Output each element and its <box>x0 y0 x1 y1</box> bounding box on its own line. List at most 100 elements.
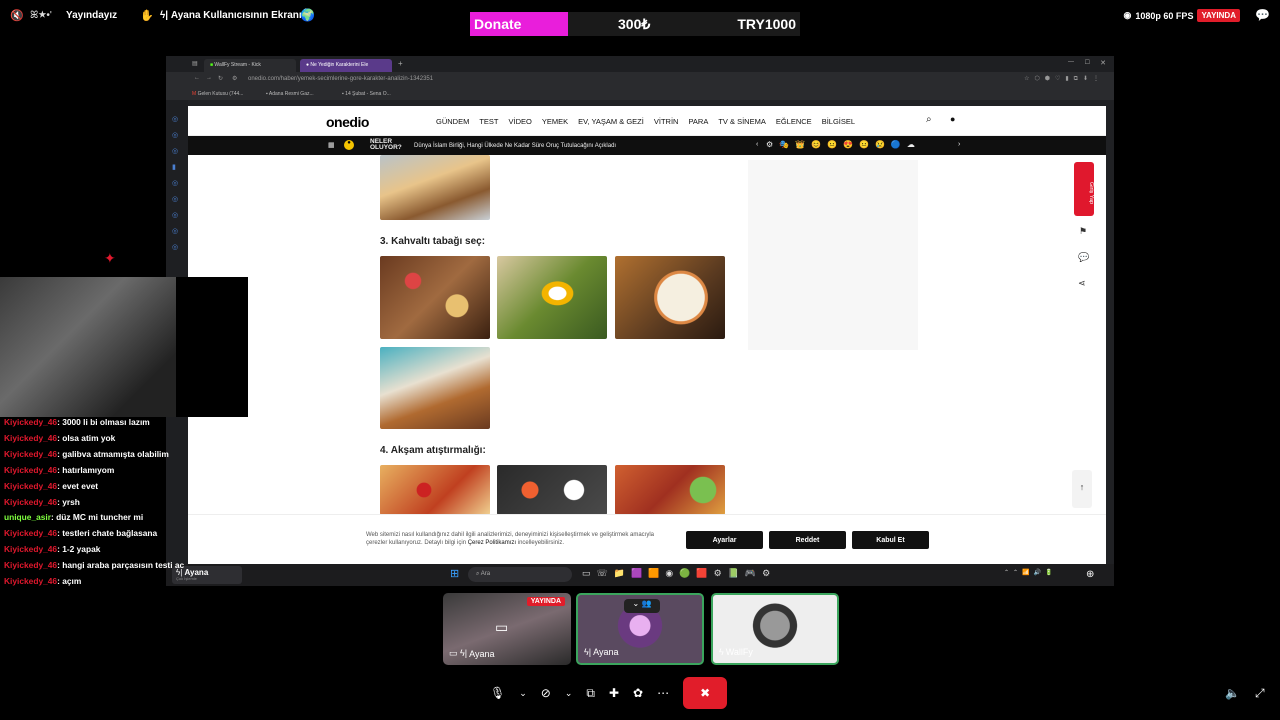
chat-user: Kiyickedy_46 <box>4 544 58 555</box>
chevron-right-icon[interactable]: › <box>958 141 960 148</box>
tile-controls[interactable]: ⌄ 👥 <box>624 599 660 613</box>
tile-name: ϟ WallFy <box>719 647 753 657</box>
forward-icon[interactable]: → <box>206 75 212 81</box>
extension-icons[interactable]: ☆⬡⬢♡▮⧉⬇⋮ <box>1024 75 1104 83</box>
tile-name: ϟ| Ayana <box>584 647 618 657</box>
food-image-breakfast-2[interactable] <box>497 256 607 339</box>
microphone-icon[interactable]: 🎙 <box>490 686 505 700</box>
tab-kick[interactable]: ■ WallFy Stream - Kick <box>204 59 296 72</box>
reload-icon[interactable]: ↻ <box>218 75 223 82</box>
call-tile-screen-share[interactable]: YAYINDA ▭ ▭ ϟ| Ayana <box>443 593 571 665</box>
tile-name: ▭ ϟ| Ayana <box>449 648 494 659</box>
gmail-icon: M <box>192 91 197 97</box>
more-icon[interactable]: ⋯ <box>657 686 669 700</box>
sidebar-icons[interactable]: ◎ ◎ ◎ ▮ ◎ ◎ ◎ ◎ ◎ <box>172 112 178 256</box>
food-image-snack-1[interactable] <box>380 465 490 515</box>
food-image-sandwich[interactable] <box>380 155 490 220</box>
chat-text: : düz MC mi tuncher mi <box>51 512 144 523</box>
address-bar-row: ← → ↻ ⚙ onedio.com/haber/yemek-secimleri… <box>166 72 1114 88</box>
soundboard-icon[interactable]: ✿ <box>633 686 643 700</box>
cookie-policy-link[interactable]: Çerez Politikamızı <box>468 540 516 546</box>
cookie-settings-button[interactable]: Ayarlar <box>686 531 763 549</box>
chat-message: Kiyickedy_46: olsa atim yok <box>4 431 194 447</box>
status-symbols: ꕤ★•' <box>30 10 52 21</box>
chevron-down-icon[interactable]: ⌄ <box>565 688 573 699</box>
live-badge: YAYINDA <box>1197 9 1240 22</box>
nav-item[interactable]: TEST <box>479 117 498 126</box>
tab-list-icon[interactable]: ▤ <box>192 60 198 67</box>
call-tile-wallfy[interactable]: ϟ WallFy <box>711 593 839 665</box>
chat-text: : hatırlamıyom <box>57 464 115 475</box>
nav-item[interactable]: BİLGİSEL <box>822 117 855 126</box>
user-icon[interactable]: ● <box>950 114 955 124</box>
share-icon[interactable]: ⋖ <box>1078 278 1086 289</box>
bookmark-1-label: Gelen Kutusu (744... <box>197 91 244 97</box>
tile-ayana-icon: ϟ| <box>584 647 592 657</box>
chat-text: : 1-2 yapak <box>57 544 101 555</box>
site-info-icon[interactable]: ⚙ <box>232 75 237 82</box>
new-tab-button[interactable]: + <box>398 59 403 68</box>
chat-message: Kiyickedy_46: galibva atmamışta olabilim <box>4 447 194 463</box>
volume-icon[interactable]: 🔈 <box>1225 686 1240 700</box>
onedio-logo[interactable]: onedio <box>326 114 369 130</box>
reaction-icons[interactable]: ⚙🎭👑😊😐😍😐😢🔵☁ <box>766 140 921 149</box>
maximize-button[interactable]: ☐ <box>1085 59 1090 66</box>
bookmark-3-icon: ▪ <box>342 91 344 97</box>
search-icon[interactable]: ⌕ <box>926 114 932 125</box>
nav-item[interactable]: PARA <box>688 117 708 126</box>
food-image-breakfast-3[interactable] <box>615 256 725 339</box>
minimize-button[interactable]: — <box>1068 59 1074 65</box>
nav-item[interactable]: YEMEK <box>542 117 568 126</box>
bookmark-3[interactable]: ▪ 14 Şubat - Sena O... <box>342 91 391 97</box>
chat-text: : galibva atmamışta olabilim <box>57 448 169 459</box>
chevron-down-icon[interactable]: ⌄ <box>519 688 527 699</box>
zoom-icon[interactable]: ⊕ <box>1086 569 1094 580</box>
article-content: 3. Kahvaltı tabağı seç: 4. Akşam atıştır… <box>188 155 1106 515</box>
food-image-snack-2[interactable] <box>497 465 607 515</box>
food-image-breakfast-4[interactable] <box>380 347 490 429</box>
end-call-button[interactable]: ✖ <box>683 677 728 709</box>
call-tile-ayana[interactable]: ⌄ 👥 ϟ| Ayana <box>576 593 704 665</box>
stream-screen: { "stream": { "status": "Yayındayız", "s… <box>0 0 1280 720</box>
nav-item[interactable]: VİTRİN <box>654 117 679 126</box>
nav-item[interactable]: EV, YAŞAM & GEZİ <box>578 117 644 126</box>
bookmark-icon[interactable]: ⚑ <box>1079 226 1087 237</box>
chat-user: Kiyickedy_46 <box>4 480 58 491</box>
comments-icon[interactable]: 💬 <box>1078 252 1089 263</box>
chevron-left-icon[interactable]: ‹ <box>756 141 758 148</box>
screen-share-button[interactable]: ⧉ <box>586 686 595 701</box>
grid-icon[interactable]: ▦ <box>328 141 335 149</box>
back-icon[interactable]: ← <box>194 75 200 81</box>
camera-off-icon[interactable]: ⊘ <box>541 686 551 700</box>
taskbar-apps[interactable]: ▭☏📁🟪🟧◉🟢🟥⚙📗🎮⚙ <box>582 568 776 579</box>
scroll-top-button[interactable]: ↑ <box>1072 470 1092 508</box>
bookmarks-bar: M Gelen Kutusu (744... ▪ Adana Resmi Gaz… <box>166 88 1114 100</box>
cookie-accept-button[interactable]: Kabul Et <box>852 531 929 549</box>
activities-icon[interactable]: ✚ <box>609 686 619 700</box>
bookmark-1[interactable]: M Gelen Kutusu (744... <box>192 91 243 97</box>
tile-screen-icon: ▭ ϟ| <box>449 648 468 658</box>
bookmark-2-icon: ▪ <box>266 91 268 97</box>
nav-item[interactable]: EĞLENCE <box>776 117 812 126</box>
food-image-snack-3[interactable] <box>615 465 725 515</box>
fullscreen-icon[interactable]: ⤢ <box>1255 686 1265 701</box>
nav-item[interactable]: GÜNDEM <box>436 117 469 126</box>
nav-item[interactable]: TV & SİNEMA <box>718 117 766 126</box>
tab-onedio[interactable]: ● Ne Yediğin Karakterini Ele <box>300 59 392 72</box>
nav-item[interactable]: VİDEO <box>509 117 532 126</box>
taskbar-search[interactable]: ⌕ Ara <box>468 567 572 582</box>
mute-icon[interactable]: 🔇 <box>10 9 24 22</box>
cookie-reject-button[interactable]: Reddet <box>769 531 846 549</box>
ticker-text[interactable]: Dünya İslam Birliği, Hangi Ülkede Ne Kad… <box>414 143 616 149</box>
bookmark-2[interactable]: ▪ Adana Resmi Gaz... <box>266 91 314 97</box>
url-input[interactable]: onedio.com/haber/yemek-secimlerine-gore-… <box>248 76 433 82</box>
chat-bubble-icon[interactable]: 💬 <box>1255 8 1270 22</box>
close-button[interactable]: ✕ <box>1100 59 1106 67</box>
chat-user: Kiyickedy_46 <box>4 560 58 571</box>
donate-bar: Donate 300₺ TRY1000 <box>470 12 800 36</box>
login-button[interactable]: Giriş Yap <box>1074 162 1094 216</box>
food-image-breakfast-1[interactable] <box>380 256 490 339</box>
cookie-banner: Web sitemizi nasıl kullandığınız dahil i… <box>188 514 1106 564</box>
system-tray[interactable]: ⌃⌃📶🔊🔋 <box>1004 569 1056 576</box>
windows-start-icon[interactable]: ⊞ <box>450 567 459 580</box>
